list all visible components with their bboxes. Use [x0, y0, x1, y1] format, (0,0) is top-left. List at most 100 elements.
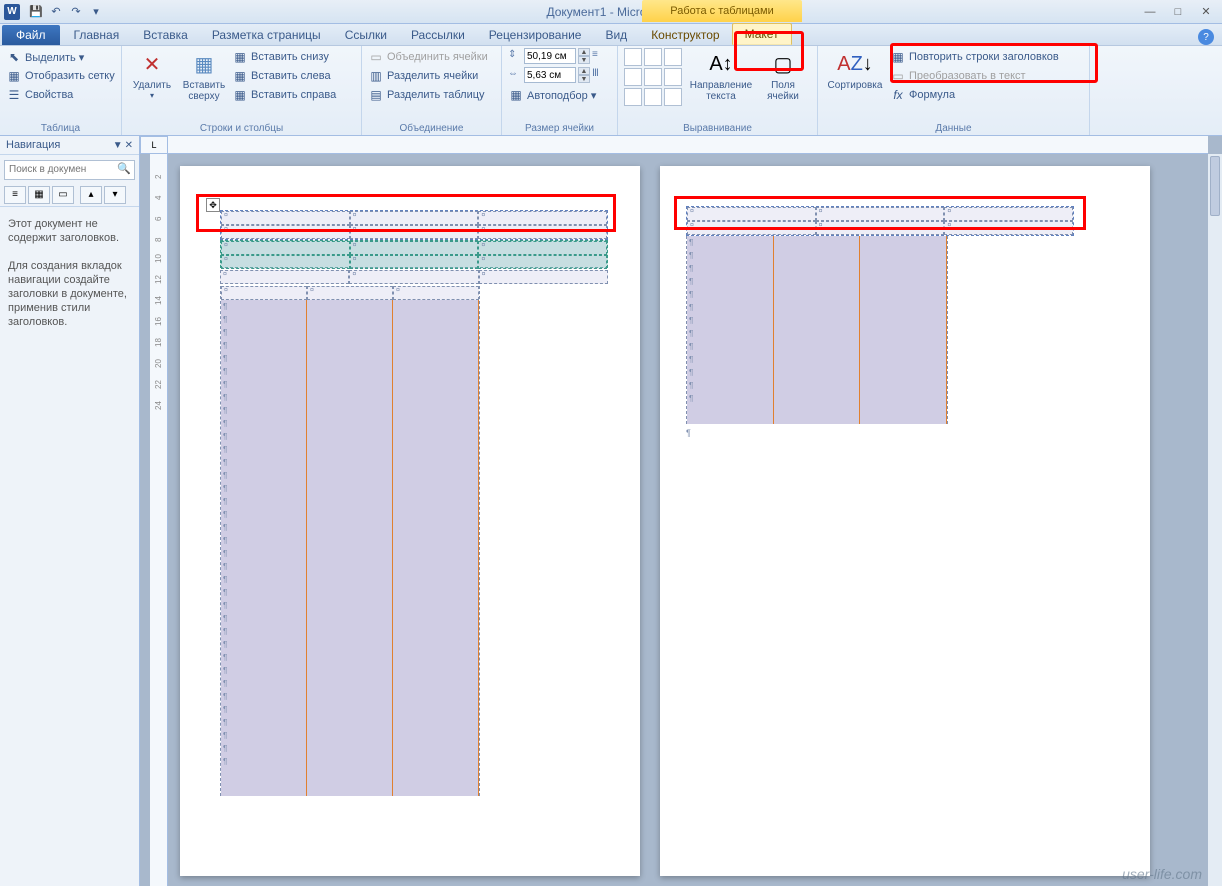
- table-body[interactable]: ¤¤¤ ¶¶¶¶¶¶¶¶¶¶¶¶¶¶¶¶¶¶¶¶¶¶¶¶¶¶¶¶¶¶¶¶¶¶¶¶: [220, 286, 480, 796]
- width-icon: ⇔: [508, 68, 522, 82]
- tab-mailings[interactable]: Рассылки: [399, 25, 477, 45]
- insert-below-icon: ▦: [232, 49, 248, 65]
- insert-left-icon: ▦: [232, 68, 248, 84]
- spin-down[interactable]: ▼: [578, 75, 590, 83]
- height-icon: ⇕: [508, 49, 522, 63]
- col-width-input[interactable]: [524, 67, 576, 83]
- word-app-icon: W: [4, 4, 20, 20]
- row-height-input[interactable]: [524, 48, 576, 64]
- qat-save-icon[interactable]: 💾: [26, 3, 46, 21]
- merge-icon: ▭: [368, 49, 384, 65]
- align-ml[interactable]: [624, 68, 642, 86]
- group-align-label: Выравнивание: [624, 122, 811, 135]
- cell-margins-button[interactable]: ▢ Поля ячейки: [760, 48, 806, 122]
- horizontal-ruler[interactable]: [168, 136, 1208, 154]
- sort-button[interactable]: AZ↓ Сортировка: [824, 48, 886, 122]
- table-row-extra[interactable]: ¤¤¤: [220, 270, 608, 284]
- navigation-pane: Навигация ▼✕ 🔍 ≡ ▦ ▭ ▴ ▾ Этот документ н…: [0, 136, 140, 886]
- nav-dropdown-icon[interactable]: ▼: [113, 140, 123, 151]
- select-button[interactable]: ⬉Выделить ▾: [6, 48, 115, 66]
- table2-header[interactable]: ¤¤¤ ¤¤¤: [686, 206, 1074, 236]
- align-tl[interactable]: [624, 48, 642, 66]
- align-br[interactable]: [664, 88, 682, 106]
- distribute-rows-icon[interactable]: ≡: [592, 49, 606, 63]
- formula-icon: fx: [890, 87, 906, 103]
- text-direction-icon: A↕: [707, 50, 735, 78]
- tab-home[interactable]: Главная: [62, 25, 132, 45]
- insert-left-button[interactable]: ▦Вставить слева: [232, 67, 336, 85]
- text-direction-button[interactable]: A↕ Направление текста: [686, 48, 756, 122]
- context-tools-label: Работа с таблицами: [642, 0, 802, 22]
- align-bc[interactable]: [644, 88, 662, 106]
- insert-right-button[interactable]: ▦Вставить справа: [232, 86, 336, 104]
- document-area: L 24681012141618202224 ✥ ¤¤¤ ¤¤¤ ¤¤¤ ¤¤¤: [140, 136, 1222, 886]
- qat-undo-icon[interactable]: ↶: [46, 3, 66, 21]
- vertical-ruler[interactable]: 24681012141618202224: [150, 154, 168, 886]
- show-gridlines-button[interactable]: ▦Отобразить сетку: [6, 67, 115, 85]
- nav-tab-headings[interactable]: ≡: [4, 186, 26, 204]
- insert-above-button[interactable]: ▦ Вставить сверху: [180, 48, 228, 122]
- properties-icon: ☰: [6, 87, 22, 103]
- split-table-button[interactable]: ▤Разделить таблицу: [368, 86, 488, 104]
- col-width-spinner[interactable]: ⇔ ▲▼ Ⅲ: [508, 67, 606, 83]
- tab-references[interactable]: Ссылки: [333, 25, 399, 45]
- page-2[interactable]: ¤¤¤ ¤¤¤ ¶¶¶¶¶¶¶¶¶¶¶¶¶ ¶: [660, 166, 1150, 876]
- table-selected-rows[interactable]: ¤¤¤ ¤¤¤: [220, 240, 608, 268]
- ruler-toggle[interactable]: L: [140, 136, 168, 154]
- nav-tab-down[interactable]: ▾: [104, 186, 126, 204]
- nav-empty-text1: Этот документ не содержит заголовков.: [8, 217, 131, 245]
- nav-empty-text2: Для создания вкладок навигации создайте …: [8, 259, 131, 329]
- table-move-handle[interactable]: ✥: [206, 198, 220, 212]
- spin-up[interactable]: ▲: [578, 67, 590, 75]
- spin-down[interactable]: ▼: [578, 56, 590, 64]
- tab-view[interactable]: Вид: [593, 25, 639, 45]
- tab-page-layout[interactable]: Разметка страницы: [200, 25, 333, 45]
- cursor-icon: ⬉: [6, 49, 22, 65]
- align-bl[interactable]: [624, 88, 642, 106]
- page-1[interactable]: ✥ ¤¤¤ ¤¤¤ ¤¤¤ ¤¤¤ ¤¤¤ ¤¤¤ ¶¶¶¶¶: [180, 166, 640, 876]
- paragraph-mark: ¶: [686, 428, 691, 438]
- spin-up[interactable]: ▲: [578, 48, 590, 56]
- delete-icon: ✕: [138, 50, 166, 78]
- window-title: Документ1 - Microsoft Word: [106, 5, 1138, 19]
- nav-tab-up[interactable]: ▴: [80, 186, 102, 204]
- row-height-spinner[interactable]: ⇕ ▲▼ ≡: [508, 48, 606, 64]
- group-table-label: Таблица: [6, 122, 115, 135]
- vertical-scrollbar[interactable]: [1208, 154, 1222, 886]
- tab-insert[interactable]: Вставка: [131, 25, 200, 45]
- file-tab[interactable]: Файл: [2, 25, 60, 45]
- insert-below-button[interactable]: ▦Вставить снизу: [232, 48, 336, 66]
- table-header[interactable]: ¤¤¤ ¤¤¤: [220, 210, 608, 240]
- distribute-cols-icon[interactable]: Ⅲ: [592, 68, 606, 82]
- qat-customize-icon[interactable]: ▾: [86, 3, 106, 21]
- nav-tab-results[interactable]: ▭: [52, 186, 74, 204]
- maximize-button[interactable]: □: [1166, 4, 1190, 20]
- qat-redo-icon[interactable]: ↷: [66, 3, 86, 21]
- properties-button[interactable]: ☰Свойства: [6, 86, 115, 104]
- group-rowscols-label: Строки и столбцы: [128, 122, 355, 135]
- tab-review[interactable]: Рецензирование: [477, 25, 594, 45]
- repeat-header-button[interactable]: ▦Повторить строки заголовков: [890, 48, 1059, 66]
- split-table-icon: ▤: [368, 87, 384, 103]
- table2-body[interactable]: ¶¶¶¶¶¶¶¶¶¶¶¶¶: [686, 236, 948, 424]
- search-icon[interactable]: 🔍: [117, 162, 131, 175]
- close-button[interactable]: ✕: [1194, 4, 1218, 20]
- autofit-button[interactable]: ▦Автоподбор ▾: [508, 86, 606, 104]
- tab-layout[interactable]: Макет: [732, 23, 792, 45]
- insert-right-icon: ▦: [232, 87, 248, 103]
- help-icon[interactable]: ?: [1198, 29, 1214, 45]
- align-mr[interactable]: [664, 68, 682, 86]
- split-cells-button[interactable]: ▥Разделить ячейки: [368, 67, 488, 85]
- align-tr[interactable]: [664, 48, 682, 66]
- align-mc[interactable]: [644, 68, 662, 86]
- delete-button[interactable]: ✕ Удалить ▾: [128, 48, 176, 122]
- scrollbar-thumb[interactable]: [1210, 156, 1220, 216]
- nav-tab-pages[interactable]: ▦: [28, 186, 50, 204]
- nav-close-icon[interactable]: ✕: [125, 140, 133, 151]
- autofit-icon: ▦: [508, 87, 524, 103]
- formula-button[interactable]: fxФормула: [890, 86, 1059, 104]
- tab-design[interactable]: Конструктор: [639, 25, 731, 45]
- nav-search-input[interactable]: [4, 160, 135, 180]
- align-tc[interactable]: [644, 48, 662, 66]
- minimize-button[interactable]: —: [1138, 4, 1162, 20]
